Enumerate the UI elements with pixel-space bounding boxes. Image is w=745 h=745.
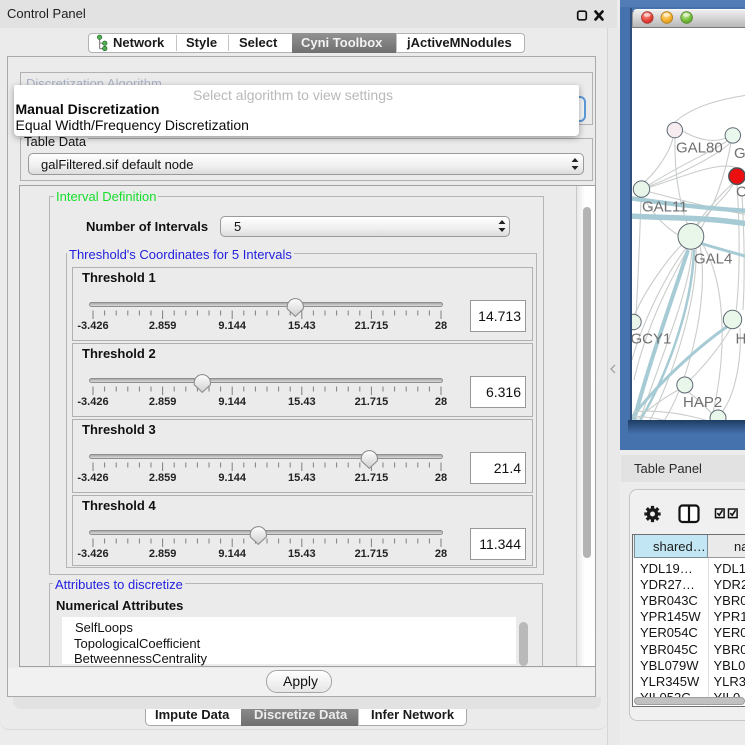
svg-text:GAL4: GAL4 bbox=[694, 251, 732, 268]
svg-text:H: H bbox=[736, 331, 745, 348]
svg-text:HAP2: HAP2 bbox=[683, 394, 722, 411]
svg-text:GAL80: GAL80 bbox=[676, 140, 723, 157]
svg-text:CY: CY bbox=[736, 184, 745, 201]
svg-text:GAL11: GAL11 bbox=[642, 199, 688, 216]
svg-text:GA: GA bbox=[734, 145, 745, 162]
svg-text:GCY1: GCY1 bbox=[632, 331, 671, 348]
